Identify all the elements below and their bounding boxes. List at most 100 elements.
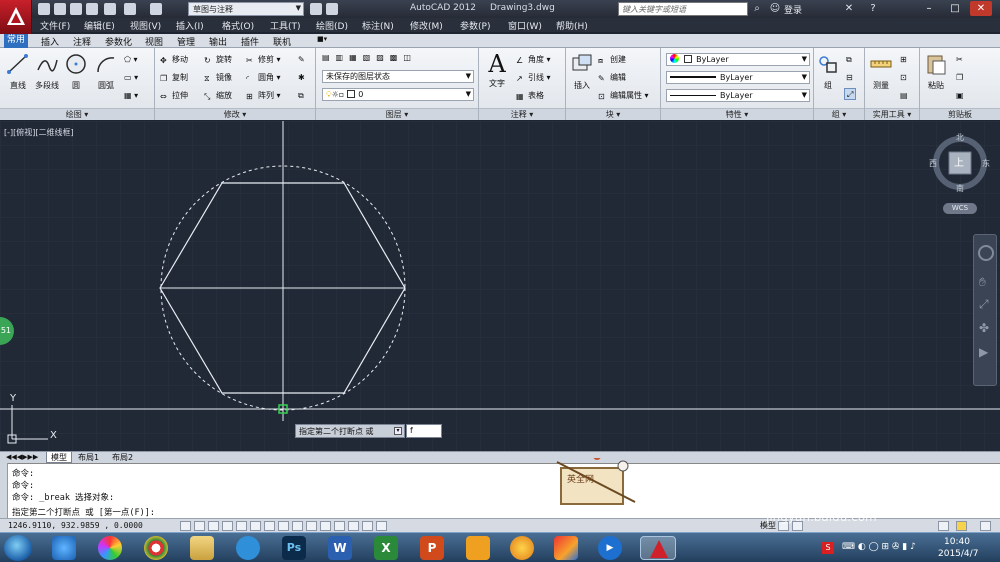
menu-help[interactable]: 帮助(H) xyxy=(556,19,588,32)
workspace-dropdown[interactable]: 草图与注释 ▼ xyxy=(188,2,304,16)
drawing-area[interactable]: [-][俯视][二维线框] 上 北 南 东 西 WCS ✋︎ ⤢ ✤ ▶ 51 … xyxy=(0,121,1000,451)
utilities-panel-title[interactable]: 实用工具 ▾ xyxy=(865,108,919,120)
workspace-settings-icon[interactable] xyxy=(310,3,322,15)
measure-button[interactable]: 测量 xyxy=(866,52,896,91)
tab-home[interactable]: 常用 xyxy=(4,34,29,48)
block-panel-title[interactable]: 块 ▾ xyxy=(566,108,660,120)
maximize-icon[interactable]: □ xyxy=(944,1,966,16)
erase-icon[interactable]: ✎ xyxy=(298,54,305,66)
login-button[interactable]: 登录 xyxy=(784,3,802,16)
new-file-icon[interactable] xyxy=(38,3,50,15)
menu-view[interactable]: 视图(V) xyxy=(130,19,161,32)
linetype-dropdown[interactable]: ByLayer ▼ xyxy=(666,71,810,84)
orbit-icon[interactable]: ✤ xyxy=(979,321,989,335)
draw-panel-title[interactable]: 绘图 ▾ xyxy=(0,108,154,120)
photoshop-icon[interactable]: Ps xyxy=(282,536,306,560)
tab-parametric[interactable]: 参数化 xyxy=(102,35,135,48)
menu-tools[interactable]: 工具(T) xyxy=(270,19,301,32)
grid-display-icon[interactable] xyxy=(208,521,219,531)
menu-modify[interactable]: 修改(M) xyxy=(410,19,443,32)
snap-mode-icon[interactable] xyxy=(194,521,205,531)
binoculars-icon[interactable]: ⌕ xyxy=(750,2,764,16)
layer-state-dropdown[interactable]: 未保存的图层状态 ▼ xyxy=(322,70,474,83)
menu-file[interactable]: 文件(F) xyxy=(40,19,70,32)
file-explorer-icon[interactable] xyxy=(190,536,214,560)
input-method-icon[interactable]: S xyxy=(822,542,834,554)
command-input-line[interactable]: 指定第二个打断点 或 [第一点(F)]: xyxy=(12,506,155,518)
start-button-icon[interactable] xyxy=(4,535,32,561)
edit-block-button[interactable]: ✎ 编辑 xyxy=(598,72,626,84)
object-snap-icon[interactable] xyxy=(250,521,261,531)
application-menu-button[interactable] xyxy=(0,0,32,34)
scale-button[interactable]: ⤡ 缩放 xyxy=(204,90,232,102)
menu-format[interactable]: 格式(O) xyxy=(222,19,254,32)
powerpoint-icon[interactable]: P xyxy=(420,536,444,560)
rotate-button[interactable]: ↻ 旋转 xyxy=(204,54,232,66)
compass-west[interactable]: 西 xyxy=(929,158,937,169)
media-player-icon[interactable]: ▶ xyxy=(598,536,622,560)
help-icon[interactable]: ? xyxy=(866,2,880,16)
minimize-icon[interactable]: – xyxy=(918,1,940,16)
properties-panel-title[interactable]: 特性 ▾ xyxy=(661,108,813,120)
trim-button[interactable]: ✂ 修剪 ▾ xyxy=(246,54,281,66)
table-button[interactable]: ▦ 表格 xyxy=(516,90,544,102)
viewport-controls[interactable]: [-][俯视][二维线框] xyxy=(4,127,74,138)
open-file-icon[interactable] xyxy=(54,3,66,15)
selection-cycling-icon[interactable] xyxy=(362,521,373,531)
dynamic-input-field[interactable]: f xyxy=(406,424,442,438)
explode-icon[interactable]: ✱ xyxy=(298,72,305,84)
autocad-taskbar-button[interactable] xyxy=(640,536,676,560)
ungroup-icon[interactable]: ⧉ xyxy=(846,54,852,66)
menu-edit[interactable]: 编辑(E) xyxy=(84,19,115,32)
layer-panel-title[interactable]: 图层 ▾ xyxy=(316,108,478,120)
print-icon[interactable] xyxy=(104,3,116,15)
share-icon[interactable] xyxy=(326,3,338,15)
compass-east[interactable]: 东 xyxy=(982,158,990,169)
clipboard-panel-title[interactable]: 剪贴板 xyxy=(920,108,1000,120)
ortho-mode-icon[interactable] xyxy=(222,521,233,531)
pictures-app-icon[interactable] xyxy=(466,536,490,560)
viewcube-top-label[interactable]: 上 xyxy=(954,154,964,169)
pan-icon[interactable]: ✋︎ xyxy=(979,275,986,290)
layer-tools-icons[interactable]: ▤▥▦▧▨▩◫ xyxy=(322,52,417,64)
line-button[interactable]: 直线 xyxy=(3,52,33,91)
tab-annotate[interactable]: 注释 xyxy=(70,35,94,48)
tray-icons[interactable]: ⌨ ◐ ◯ ⊞ ✇ ▮ ♪ xyxy=(842,542,916,552)
select-similar-icon[interactable]: ⊡ xyxy=(900,72,907,84)
chrome-browser-icon[interactable] xyxy=(144,536,168,560)
workspace-switch-icon[interactable] xyxy=(938,521,949,531)
group-panel-title[interactable]: 组 ▾ xyxy=(814,108,864,120)
menu-insert[interactable]: 插入(I) xyxy=(176,19,204,32)
tab-insert[interactable]: 插入 xyxy=(38,35,62,48)
circle-button[interactable]: 圆 xyxy=(61,52,91,91)
compass-north[interactable]: 北 xyxy=(956,132,964,143)
clean-screen-icon[interactable] xyxy=(980,521,991,531)
stretch-button[interactable]: ⇔ 拉伸 xyxy=(160,90,188,102)
object-snap-tracking-icon[interactable] xyxy=(278,521,289,531)
steering-wheel-icon[interactable] xyxy=(978,245,994,261)
lock-toolbar-icon[interactable] xyxy=(956,521,967,531)
infer-constraints-icon[interactable] xyxy=(180,521,191,531)
group-edit-icon[interactable]: ⊟ xyxy=(846,72,853,84)
paste-button[interactable]: 粘贴 xyxy=(921,52,951,91)
array-button[interactable]: ⊞ 阵列 ▾ xyxy=(246,90,281,102)
transparency-icon[interactable] xyxy=(334,521,345,531)
insert-block-button[interactable]: 插入 xyxy=(567,52,597,91)
lineweight-dropdown[interactable]: ByLayer ▼ xyxy=(666,89,810,102)
fillet-button[interactable]: ◜ 圆角 ▾ xyxy=(246,72,281,84)
copy-button[interactable]: ❐ 复制 xyxy=(160,72,188,84)
annotation-panel-title[interactable]: 注释 ▾ xyxy=(479,108,565,120)
exchange-icon[interactable]: ✕ xyxy=(842,2,856,16)
undo-icon[interactable] xyxy=(124,3,136,15)
ribbon-toggle-icon[interactable]: ■▾ xyxy=(314,35,330,43)
dynamic-input-icon[interactable] xyxy=(306,521,317,531)
layout-nav-arrows-icon[interactable]: ◀◀◀▶▶▶ xyxy=(2,452,42,463)
text-button[interactable]: A 文字 xyxy=(482,52,512,89)
group-select-icon[interactable]: ⤢ xyxy=(844,88,857,100)
polygon-icon[interactable]: ⬠ ▾ xyxy=(124,54,138,66)
tab-output[interactable]: 输出 xyxy=(206,35,230,48)
options-arrow-icon[interactable]: ▾ xyxy=(394,427,402,435)
copy-base-icon[interactable]: ▣ xyxy=(956,90,964,102)
search-input[interactable]: 键入关键字或短语 xyxy=(618,2,748,16)
3d-object-snap-icon[interactable] xyxy=(264,521,275,531)
